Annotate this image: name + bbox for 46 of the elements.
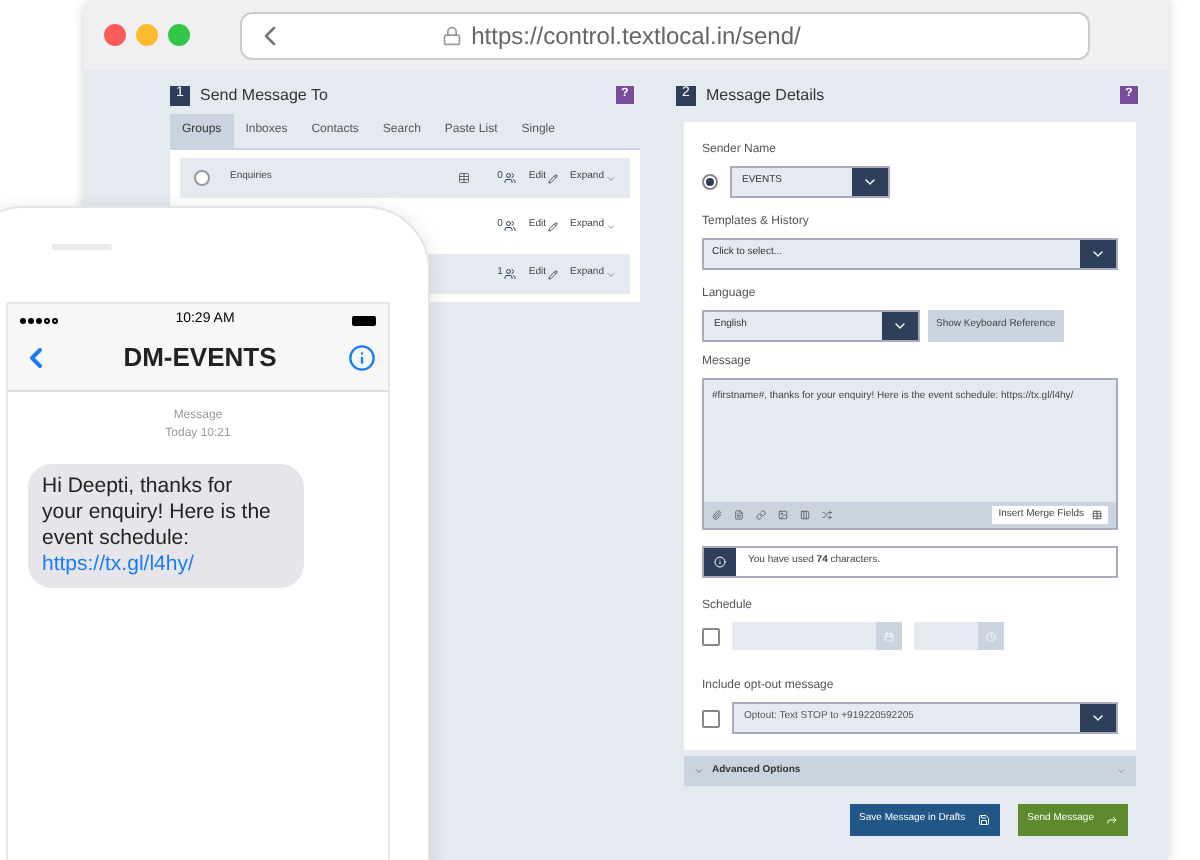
table-icon (1092, 510, 1102, 520)
link-icon[interactable] (756, 510, 766, 520)
address-bar[interactable]: https://control.textlocal.in/send/ (240, 11, 1090, 59)
users-icon (504, 268, 517, 280)
message-text: Hi Deepti, thanks for your enquiry! Here is the event schedule: https://tx.gl/l4hy/ (42, 473, 273, 577)
pencil-icon (548, 221, 559, 231)
paperclip-icon[interactable] (712, 510, 722, 520)
url-text: https://control.textlocal.in/send/ (471, 19, 801, 53)
caret-icon (1090, 246, 1106, 262)
checkbox[interactable] (702, 709, 720, 727)
date-field[interactable] (732, 622, 902, 650)
caret-icon (1116, 766, 1126, 776)
pencil-icon (548, 173, 559, 183)
contact-name: DM-EVENTS (123, 340, 277, 376)
caret-icon (606, 269, 616, 279)
checkbox[interactable] (702, 627, 720, 645)
users-icon (504, 220, 517, 232)
lock-icon (441, 25, 462, 45)
caret-icon (694, 766, 704, 776)
radio-button[interactable] (194, 170, 210, 186)
columns-icon[interactable] (800, 510, 810, 520)
document-icon[interactable] (734, 510, 744, 520)
signal-icon (20, 317, 58, 323)
panel-title: Message Details (706, 83, 827, 107)
dropdown-caret[interactable] (882, 312, 918, 340)
info-icon[interactable] (348, 343, 376, 372)
dropdown-caret[interactable] (1080, 240, 1116, 268)
caret-icon (862, 174, 878, 190)
caret-icon (606, 221, 616, 231)
caret-icon (606, 173, 616, 183)
time-field[interactable] (914, 622, 1004, 650)
shuffle-icon[interactable] (822, 510, 832, 520)
info-icon (714, 556, 726, 568)
save-icon (977, 814, 990, 826)
caret-icon (1090, 710, 1106, 726)
table-icon[interactable] (457, 172, 470, 184)
dropdown-caret[interactable] (852, 168, 888, 196)
users-icon (504, 172, 517, 184)
radio-button[interactable] (702, 174, 718, 190)
pencil-icon (548, 269, 559, 279)
panel-title: Send Message To (200, 83, 330, 107)
forward-arrow-icon (1106, 814, 1118, 826)
dropdown-caret[interactable] (1080, 704, 1116, 732)
caret-icon (892, 318, 908, 334)
battery-icon (351, 315, 376, 325)
image-icon[interactable] (778, 510, 788, 520)
